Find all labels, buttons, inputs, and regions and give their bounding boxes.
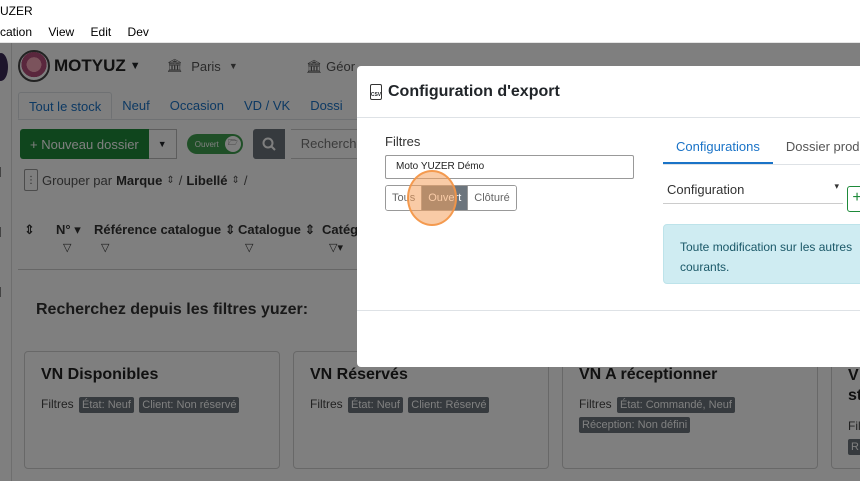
menu-item-dev[interactable]: Dev [128, 25, 149, 39]
add-configuration-button[interactable]: + [847, 186, 860, 212]
menu-item-view[interactable]: View [48, 25, 74, 39]
configuration-select-label: Configuration [667, 182, 745, 197]
modal-header: CSV Configuration d'export [357, 66, 860, 118]
menu-item-application[interactable]: cation [0, 25, 32, 39]
menubar: cation View Edit Dev [0, 22, 860, 43]
tab-dossier-produit[interactable]: Dossier produ [773, 135, 860, 164]
modal-title: Configuration d'export [388, 82, 560, 100]
menu-item-edit[interactable]: Edit [91, 25, 112, 39]
tab-configurations[interactable]: Configurations [663, 135, 773, 164]
modal-footer [357, 310, 860, 367]
csv-file-icon: CSV [370, 83, 382, 100]
export-config-modal: CSV Configuration d'export Filtres Moto … [357, 66, 860, 367]
csv-file-icon-label: CSV [370, 91, 382, 98]
info-alert: Toute modification sur les autres couran… [663, 224, 860, 284]
window-title: UZER [0, 0, 860, 22]
filters-label: Filtres [385, 134, 421, 149]
segment-ouvert[interactable]: Ouvert [422, 186, 469, 210]
segment-cloture[interactable]: Clôturé [468, 186, 516, 210]
configuration-select[interactable]: Configuration ▾ [663, 176, 843, 204]
filters-select[interactable]: Moto YUZER Démo [385, 155, 634, 179]
status-segmented-control: Tous Ouvert Clôturé [385, 185, 517, 211]
info-text-line2: courants. [680, 260, 730, 274]
segment-tous[interactable]: Tous [386, 186, 423, 210]
modal-tabs: Configurations Dossier produ [663, 135, 860, 165]
chevron-down-icon: ▾ [834, 181, 839, 191]
info-text-line1: Toute modification sur les autres [680, 240, 853, 254]
